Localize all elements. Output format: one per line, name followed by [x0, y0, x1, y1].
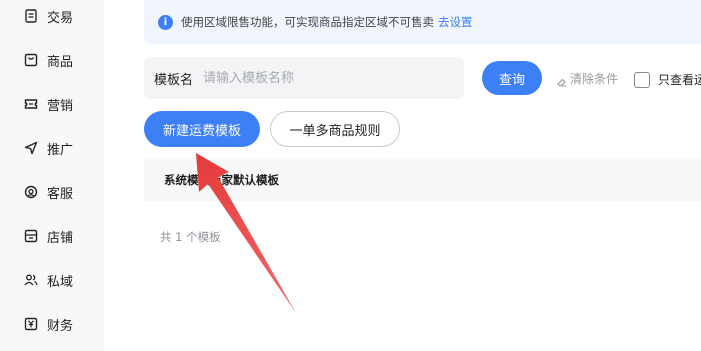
sidebar-item-label: 商品: [47, 54, 74, 70]
only-view-checkbox[interactable]: 只查看运: [634, 71, 701, 88]
send-icon: [24, 141, 38, 155]
info-icon: i: [158, 14, 173, 30]
clear-conditions-label: 清除条件: [570, 72, 619, 86]
sidebar-item-store[interactable]: 店铺: [24, 224, 73, 248]
bag-icon: [24, 53, 38, 67]
sidebar-item-marketing[interactable]: 营销: [24, 92, 73, 116]
eraser-icon: [556, 73, 568, 86]
sidebar-item-private-domain[interactable]: 私域: [24, 268, 73, 292]
document-icon: [24, 9, 38, 23]
ticket-icon: [24, 97, 38, 111]
go-settings-link[interactable]: 去设置: [438, 14, 473, 30]
template-name-input[interactable]: [203, 70, 434, 86]
sidebar-item-promotion[interactable]: 推广: [24, 136, 73, 160]
sidebar-item-label: 财务: [47, 318, 74, 334]
template-name-search: 模板名: [144, 57, 464, 99]
sidebar-item-transactions[interactable]: 交易: [24, 4, 73, 28]
sidebar-item-customer-service[interactable]: 客服: [24, 180, 73, 204]
multi-product-rule-button[interactable]: 一单多商品规则: [270, 111, 400, 147]
sidebar-item-label: 客服: [47, 186, 74, 202]
new-shipping-template-button[interactable]: 新建运费模板: [144, 111, 260, 147]
users-icon: [24, 273, 38, 287]
query-button[interactable]: 查询: [482, 61, 542, 95]
clear-conditions-button[interactable]: 清除条件: [556, 70, 618, 87]
column-merchant-default-template[interactable]: 商家默认模板: [210, 172, 279, 188]
headset-icon: [24, 185, 38, 199]
notice-banner: i 使用区域限售功能，可实现商品指定区域不可售卖 去设置: [144, 0, 701, 44]
checkbox-box[interactable]: [634, 71, 650, 88]
template-name-label: 模板名: [154, 72, 194, 88]
sidebar-item-label: 营销: [47, 98, 74, 114]
notice-text: 使用区域限售功能，可实现商品指定区域不可售卖: [181, 15, 434, 29]
store-icon: [24, 229, 38, 243]
sidebar-item-label: 私域: [47, 274, 74, 290]
template-count: 共 1 个模板: [160, 230, 221, 244]
sidebar: 交易 商品 营销 推广 客服 店铺 私域 财务: [0, 0, 104, 351]
sidebar-item-label: 推广: [47, 142, 74, 158]
currency-icon: [24, 317, 38, 331]
sidebar-item-label: 交易: [47, 10, 74, 26]
main-content: i 使用区域限售功能，可实现商品指定区域不可售卖 去设置 模板名 查询 清除条件…: [104, 0, 701, 351]
sidebar-item-products[interactable]: 商品: [24, 48, 73, 72]
sidebar-item-finance[interactable]: 财务: [24, 312, 73, 336]
sidebar-item-label: 店铺: [47, 230, 74, 246]
only-view-label: 只查看运: [658, 73, 701, 87]
column-system-template[interactable]: 系统模板: [164, 172, 210, 188]
table-header: 系统模板 商家默认模板: [144, 158, 701, 201]
